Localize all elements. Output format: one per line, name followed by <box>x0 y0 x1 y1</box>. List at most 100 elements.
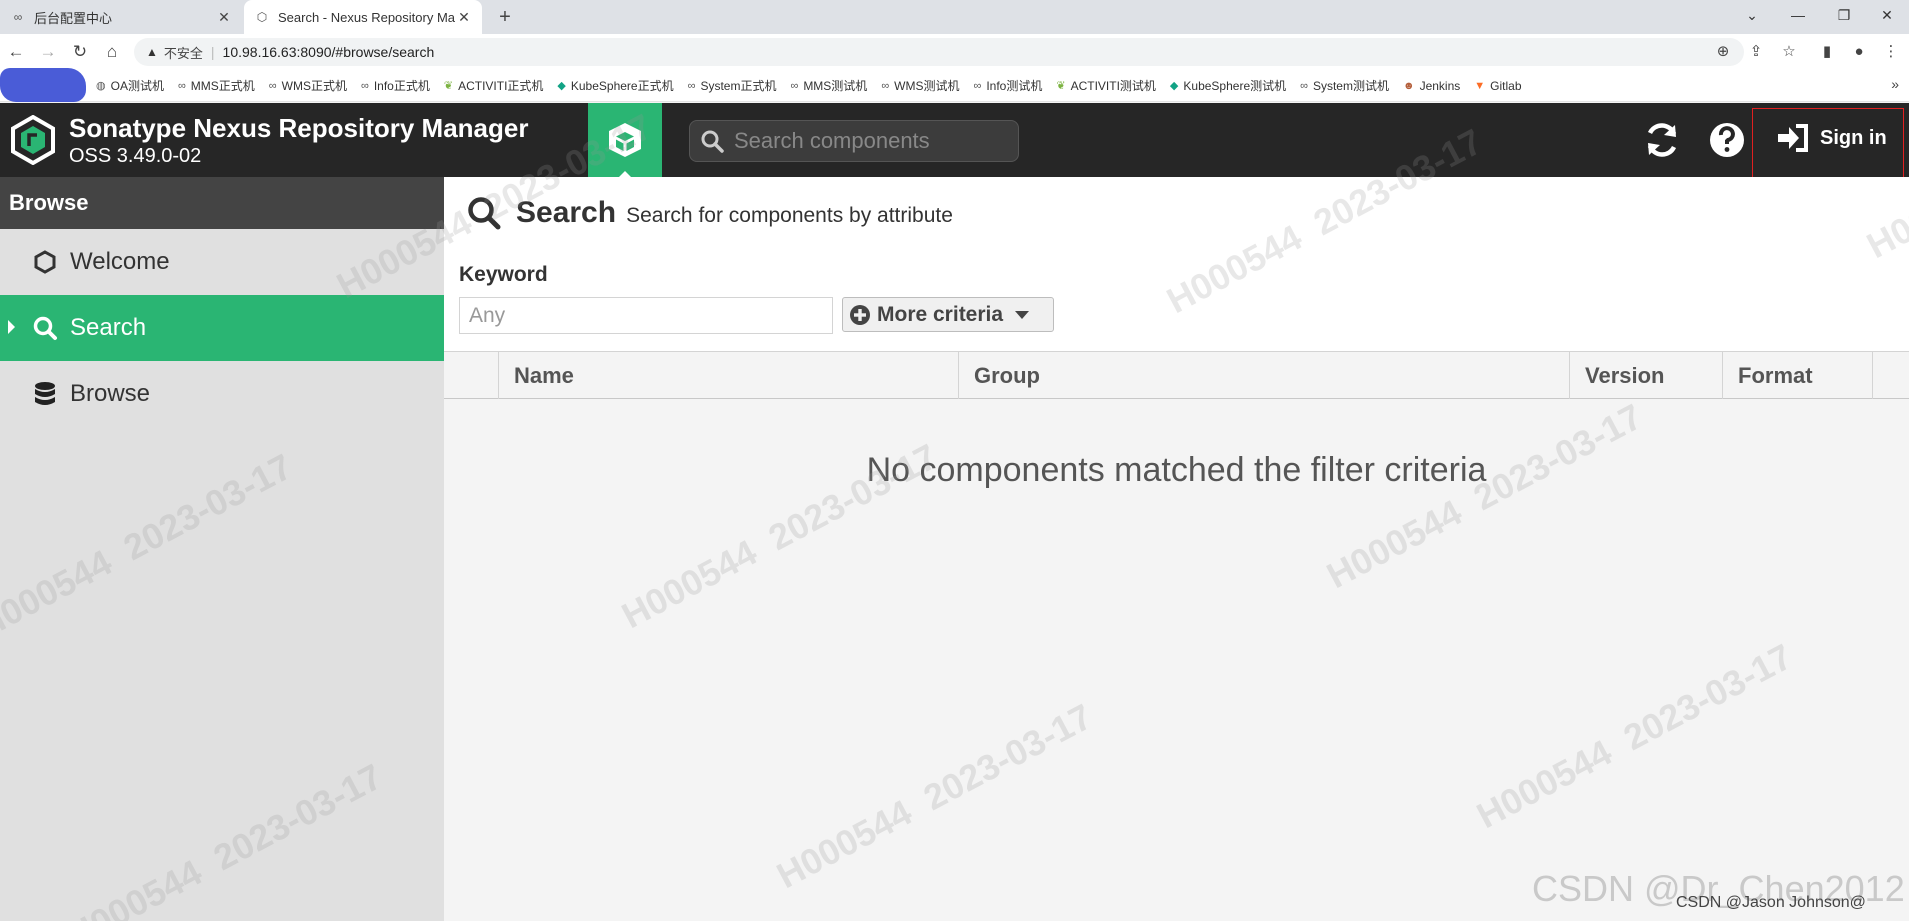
page-subtitle: Search for components by attribute <box>626 204 953 227</box>
minimize-button[interactable]: — <box>1775 0 1821 30</box>
nexus-header: Sonatype Nexus Repository Manager OSS 3.… <box>0 103 1909 178</box>
reload-button[interactable]: ↻ <box>66 38 94 66</box>
browse-mode-button[interactable] <box>588 103 662 178</box>
main-content: Search Search for components by attribut… <box>444 177 1909 921</box>
keyword-label: Keyword <box>459 263 548 286</box>
leaf-icon: ❦ <box>1056 80 1066 92</box>
empty-results-message: No components matched the filter criteri… <box>866 451 1487 489</box>
bookmark-item[interactable]: ◆ KubeSphere正式机 <box>557 77 673 94</box>
database-icon <box>32 381 58 407</box>
url-bar[interactable]: ▲ 不安全 | 10.98.16.63:8090/#browse/search <box>134 38 1744 66</box>
bookmark-item[interactable]: ∞ System正式机 <box>688 77 777 94</box>
warning-icon: ▲ <box>146 45 158 59</box>
bookmark-item[interactable]: ∞ MMS测试机 <box>790 77 867 94</box>
bookmark-label: System测试机 <box>1312 79 1389 93</box>
sidebar-item-label: Browse <box>70 380 151 407</box>
bookmark-item[interactable]: ∞ System测试机 <box>1300 77 1389 94</box>
infinity-icon: ∞ <box>881 79 890 92</box>
zoom-icon[interactable]: ⊕ <box>1709 38 1737 66</box>
sidepanel-icon[interactable]: ▮ <box>1813 38 1841 66</box>
bookmark-item[interactable]: ∞ Info正式机 <box>361 77 430 94</box>
column-header-group[interactable]: Group <box>958 352 1569 399</box>
forward-button[interactable]: → <box>34 38 62 66</box>
close-icon[interactable]: ✕ <box>456 9 472 26</box>
bookmark-label: MMS测试机 <box>803 79 868 93</box>
close-icon[interactable]: ✕ <box>216 9 232 26</box>
bookmark-label: Info正式机 <box>373 79 430 93</box>
hexagon-icon <box>32 249 58 275</box>
sidebar: Browse Welcome Search Browse <box>0 177 444 921</box>
sidebar-item-search[interactable]: Search <box>0 295 444 361</box>
bookmark-item[interactable]: ∞ WMS正式机 <box>269 77 347 94</box>
bookmark-item[interactable]: ∞ Info测试机 <box>973 77 1042 94</box>
column-header-format[interactable]: Format <box>1722 352 1872 399</box>
kubesphere-icon: ◆ <box>557 80 566 92</box>
grid-filler-column <box>1872 352 1909 399</box>
bookmarks-overflow-icon[interactable]: » <box>1891 76 1899 92</box>
highlight-box <box>1752 108 1904 188</box>
menu-icon[interactable]: ⋮ <box>1877 38 1905 66</box>
globe-icon: ◍ <box>96 80 106 92</box>
address-bar-row: ← → ↻ ⌂ ▲ 不安全 | 10.98.16.63:8090/#browse… <box>0 34 1909 70</box>
browser-tab-nexus[interactable]: ⬡ Search - Nexus Repository Ma ✕ <box>244 0 482 34</box>
plus-circle-icon <box>850 304 870 325</box>
bookmarks-bar: ◍ OA测试机 ∞ MMS正式机 ∞ WMS正式机 ∞ Info正式机 ❦ ACTIVIT… <box>0 70 1909 102</box>
search-panel: Search Search for components by attribut… <box>444 177 1909 351</box>
divider: | <box>210 44 215 60</box>
grid-expander-column <box>444 352 498 399</box>
bookmark-item[interactable]: ▼ Gitlab <box>1474 79 1521 93</box>
more-criteria-label: More criteria <box>877 302 1004 326</box>
redaction-scribble <box>0 68 86 102</box>
app-version: OSS 3.49.0-02 <box>69 145 202 167</box>
infinity-icon: ∞ <box>360 79 369 92</box>
share-icon[interactable]: ⇪ <box>1742 38 1770 66</box>
more-criteria-button[interactable]: More criteria <box>842 297 1054 332</box>
profile-icon[interactable]: ● <box>1845 38 1873 66</box>
bookmark-label: KubeSphere正式机 <box>570 79 674 93</box>
browser-tab-config[interactable]: ∞ 后台配置中心 ✕ <box>0 0 242 34</box>
infinity-icon: ∞ <box>973 79 982 92</box>
bookmark-label: KubeSphere测试机 <box>1183 79 1287 93</box>
bookmark-item[interactable]: ❦ ACTIVITI正式机 <box>444 77 544 94</box>
tab-search-icon[interactable]: ⌄ <box>1729 0 1775 30</box>
infinity-icon: ∞ <box>1300 79 1308 92</box>
nexus-logo-icon <box>11 115 55 165</box>
bookmark-item[interactable]: ❦ ACTIVITI测试机 <box>1056 77 1156 94</box>
page-header: Search Search for components by attribut… <box>466 195 953 231</box>
bookmark-item[interactable]: ∞ MMS正式机 <box>178 77 255 94</box>
bookmark-item[interactable]: ◍ OA测试机 <box>96 77 164 94</box>
bookmark-label: OA测试机 <box>110 79 164 93</box>
column-header-version[interactable]: Version <box>1569 352 1722 399</box>
keyword-input[interactable] <box>459 297 833 334</box>
restore-button[interactable]: ❐ <box>1821 0 1867 30</box>
url-text: 10.98.16.63:8090/#browse/search <box>222 44 435 60</box>
tab-title: Search - Nexus Repository Ma <box>278 9 456 25</box>
close-window-button[interactable]: ✕ <box>1864 0 1909 30</box>
jenkins-icon: ☻ <box>1402 79 1415 92</box>
column-header-name[interactable]: Name <box>498 352 958 399</box>
bookmark-label: WMS正式机 <box>281 79 347 93</box>
infinity-icon: ∞ <box>790 79 799 92</box>
insecure-label: 不安全 <box>163 45 203 61</box>
star-icon[interactable]: ☆ <box>1775 38 1803 66</box>
bookmark-label: WMS测试机 <box>894 79 960 93</box>
sidebar-item-welcome[interactable]: Welcome <box>0 229 444 295</box>
refresh-icon[interactable] <box>1641 119 1683 161</box>
bookmark-item[interactable]: ◆ KubeSphere测试机 <box>1170 77 1286 94</box>
bookmark-label: Jenkins <box>1419 78 1461 93</box>
bookmark-label: ACTIVITI正式机 <box>458 79 544 93</box>
home-button[interactable]: ⌂ <box>98 38 126 66</box>
sidebar-item-browse[interactable]: Browse <box>0 361 444 427</box>
help-icon[interactable] <box>1706 119 1748 161</box>
bookmark-item[interactable]: ☻ Jenkins <box>1403 79 1460 93</box>
gitlab-icon: ▼ <box>1474 79 1486 92</box>
search-components-input[interactable] <box>734 128 1004 154</box>
component-search-box[interactable] <box>689 120 1019 162</box>
new-tab-button[interactable]: + <box>492 4 518 30</box>
results-grid-header: Name Group Version Format <box>444 351 1909 399</box>
bookmark-item[interactable]: ∞ WMS测试机 <box>881 77 959 94</box>
bookmark-label: ACTIVITI测试机 <box>1070 79 1156 93</box>
bookmark-label: Info测试机 <box>986 79 1043 93</box>
cube-icon <box>609 123 641 157</box>
back-button[interactable]: ← <box>2 38 30 66</box>
